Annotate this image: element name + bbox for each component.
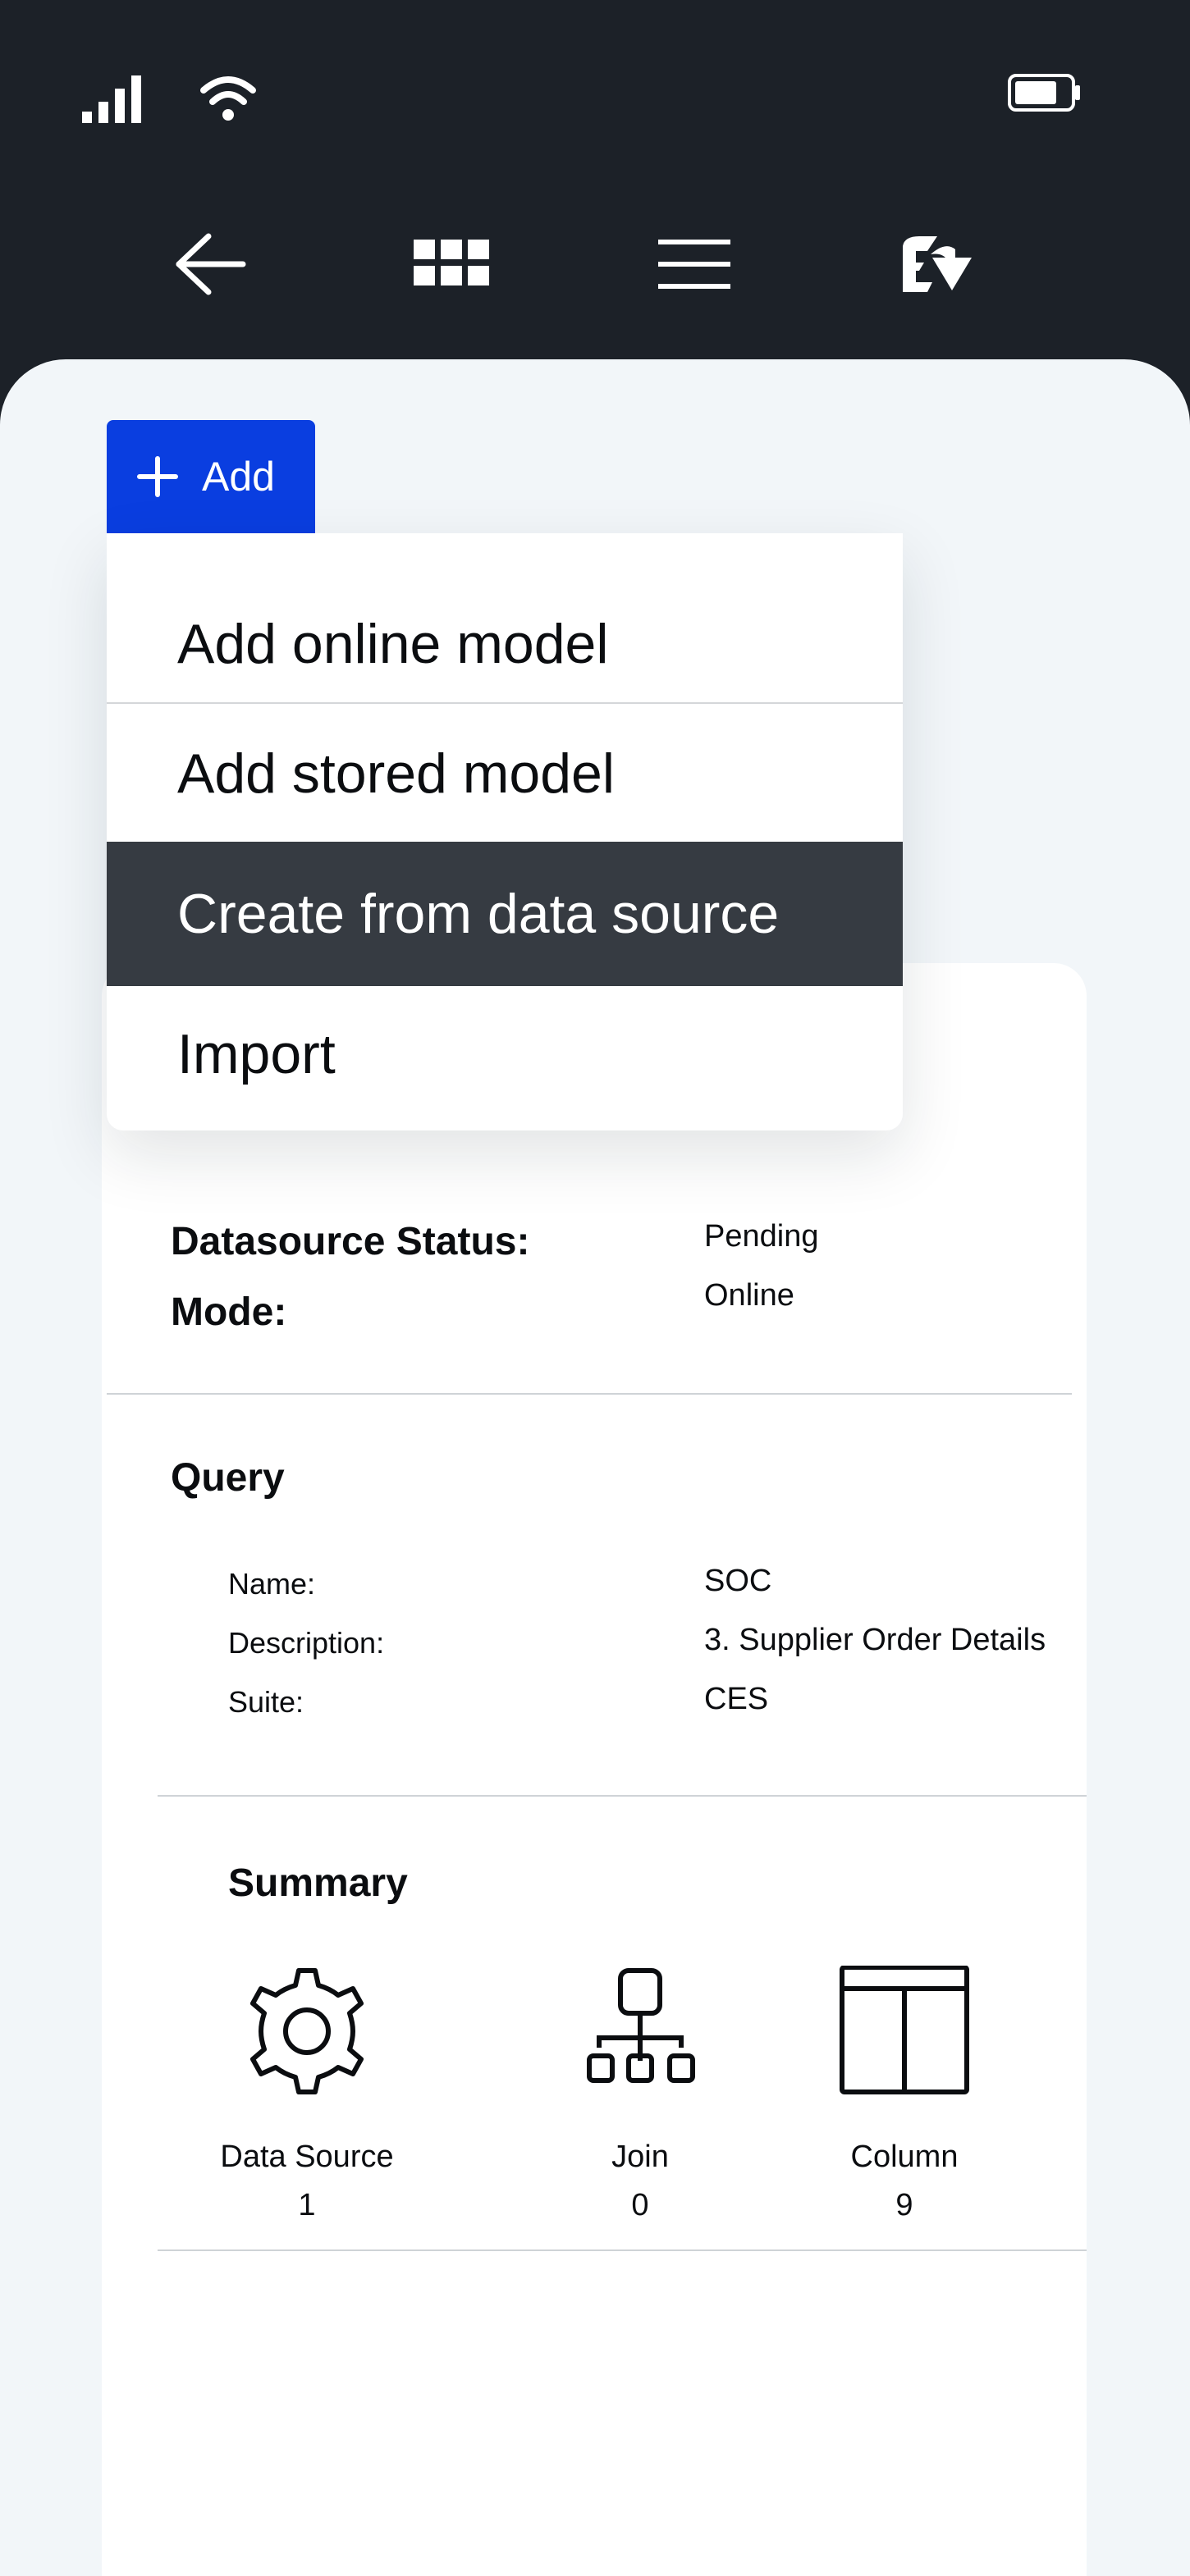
add-button-label: Add [202, 454, 275, 500]
arrow-left-icon[interactable] [169, 230, 251, 299]
table-columns-icon [840, 1966, 969, 2094]
summary-item-column: Column 9 [781, 1966, 1028, 2223]
summary-item-count: 0 [631, 2188, 649, 2222]
wifi-icon [200, 76, 256, 121]
summary-item-count: 1 [298, 2188, 316, 2222]
menu-item-create-from-data-source[interactable]: Create from data source [107, 842, 903, 986]
menu-item-label: Add online model [177, 613, 609, 675]
menu-divider [107, 702, 903, 704]
signal-icon [82, 75, 141, 123]
plus-icon [137, 456, 178, 497]
summary-section-title: Summary [228, 1861, 408, 1905]
summary-item-join: Join 0 [517, 1966, 763, 2223]
grid-icon[interactable] [410, 230, 492, 299]
query-suite-label: Suite: [228, 1685, 304, 1719]
query-name-value: SOC [704, 1564, 772, 1598]
summary-item-count: 9 [895, 2188, 913, 2222]
menu-item-label: Import [177, 1023, 336, 1085]
divider [107, 1393, 1072, 1395]
query-name-label: Name: [228, 1567, 316, 1601]
datasource-status-label: Datasource Status: [171, 1220, 530, 1263]
menu-item-add-stored-model[interactable]: Add stored model [107, 706, 903, 842]
menu-item-add-online-model[interactable]: Add online model [107, 582, 903, 706]
query-section-title: Query [171, 1456, 285, 1500]
summary-item-label: Join [611, 2140, 669, 2174]
model-details-card: Datasource Status: Pending Mode: Online … [102, 963, 1087, 2576]
hierarchy-icon [587, 1968, 695, 2083]
datasource-status-value: Pending [704, 1219, 819, 1254]
summary-item-label: Column [850, 2140, 959, 2174]
add-dropdown-menu: Add online model Add stored model Create… [107, 533, 903, 1130]
add-button[interactable]: Add [107, 420, 315, 533]
query-description-value: 3. Supplier Order Details [704, 1623, 1046, 1657]
divider [158, 1795, 1087, 1797]
menu-item-label: Add stored model [177, 742, 615, 805]
summary-item-label: Data Source [220, 2140, 394, 2174]
summary-item-data-source: Data Source 1 [184, 1966, 430, 2223]
menu-item-import[interactable]: Import [107, 986, 903, 1122]
query-suite-value: CES [704, 1682, 769, 1716]
menu-item-label: Create from data source [177, 883, 780, 945]
logout-icon[interactable] [895, 230, 977, 299]
divider [158, 2249, 1087, 2251]
mode-value: Online [704, 1278, 794, 1313]
query-description-label: Description: [228, 1626, 385, 1660]
gear-icon [250, 1968, 364, 2094]
mode-label: Mode: [171, 1290, 287, 1334]
hamburger-menu-icon[interactable] [653, 230, 735, 299]
battery-icon [1008, 74, 1080, 112]
status-bar [0, 0, 1190, 197]
